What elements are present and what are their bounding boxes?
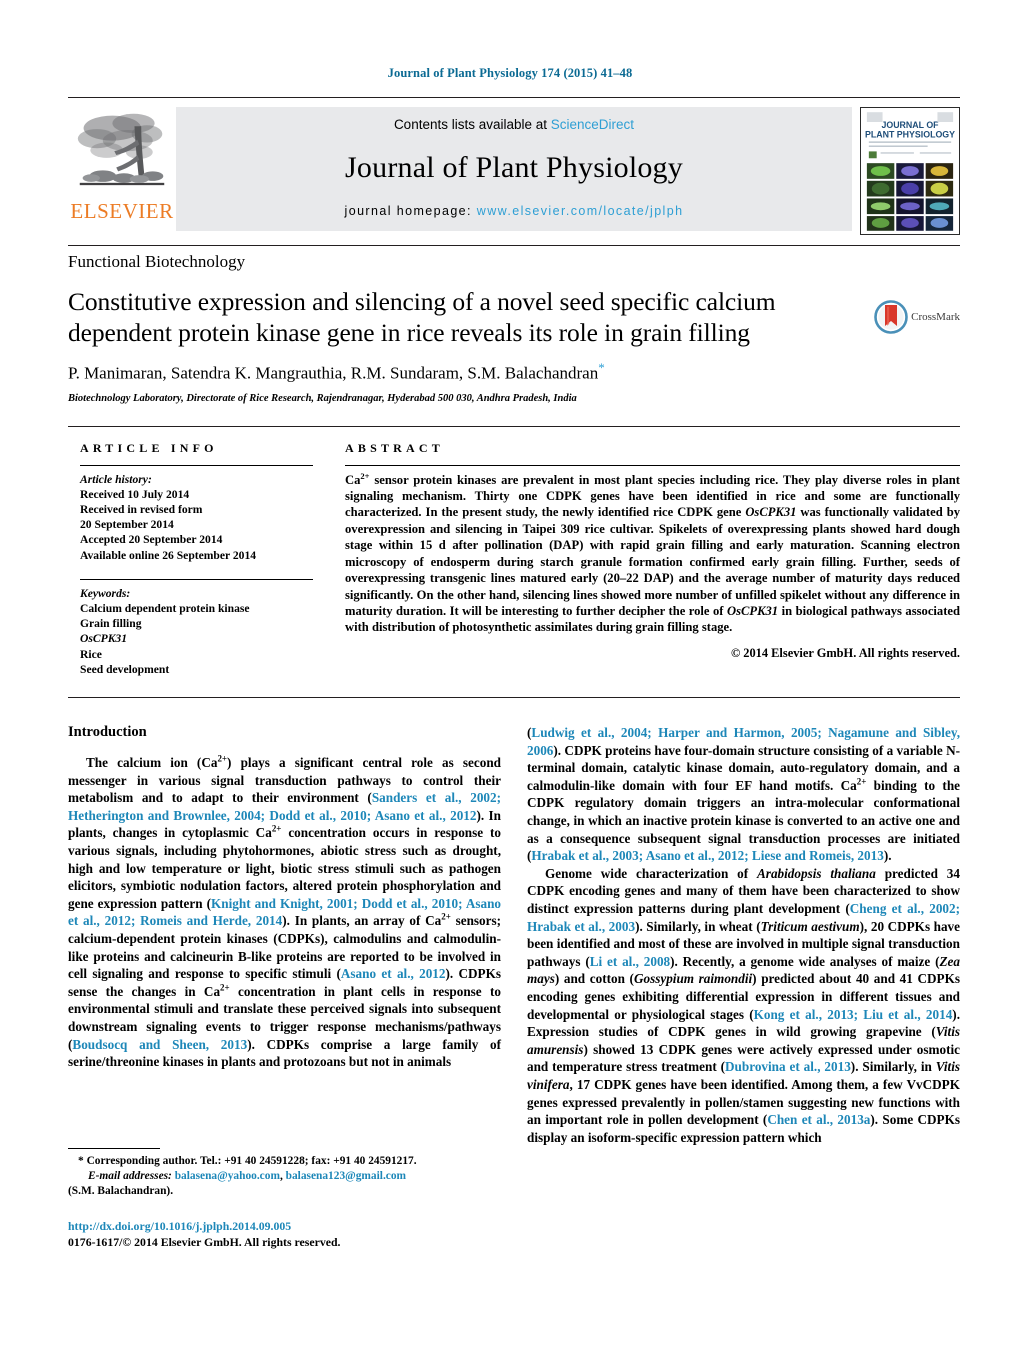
svg-text:PLANT PHYSIOLOGY: PLANT PHYSIOLOGY — [865, 130, 955, 140]
footnote-corresponding-text: Corresponding author. Tel.: +91 40 24591… — [86, 1155, 417, 1167]
citation-link[interactable]: Boudsocq and Sheen, 2013 — [72, 1037, 247, 1052]
citation-link[interactable]: Hrabak et al., 2003; Asano et al., 2012;… — [531, 848, 883, 863]
citation-link[interactable]: Li et al., 2008 — [590, 954, 670, 969]
journal-masthead: ELSEVIER Contents lists available at Sci… — [68, 97, 960, 235]
citation-link[interactable]: Kong et al., 2013; Liu et al., 2014 — [754, 1007, 953, 1022]
article-section-label: Functional Biotechnology — [68, 252, 246, 271]
cover-image-icon: JOURNAL OF PLANT PHYSIOLOGY — [860, 107, 960, 235]
intro-paragraph-left: The calcium ion (Ca2+) plays a significa… — [68, 753, 502, 1070]
homepage-prefix: journal homepage: — [344, 204, 477, 218]
keywords-list: Keywords: Calcium dependent protein kina… — [80, 586, 313, 677]
keyword-item: Calcium dependent protein kinase — [80, 602, 250, 616]
article-body: Introduction The calcium ion (Ca2+) play… — [68, 697, 960, 1146]
author-list: P. Manimaran, Satendra K. Mangrauthia, R… — [68, 360, 838, 384]
page-title: Constitutive expression and silencing of… — [68, 287, 776, 347]
keyword-item: Grain filling — [80, 617, 142, 631]
crossmark-label: CrossMark — [911, 311, 960, 323]
introduction-heading: Introduction — [68, 724, 147, 741]
title-block: Constitutive expression and silencing of… — [68, 286, 960, 404]
homepage-url-link[interactable]: www.elsevier.com/locate/jplph — [477, 204, 684, 218]
email-link-2[interactable]: balasena123@gmail.com — [286, 1170, 406, 1182]
article-history: Article history: Received 10 July 2014 R… — [80, 472, 313, 563]
footnote-email-line: E-mail addresses: balasena@yahoo.com, ba… — [68, 1169, 483, 1184]
info-abstract-block: ARTICLE INFO Article history: Received 1… — [68, 425, 960, 677]
history-item: Received 10 July 2014 — [80, 487, 190, 501]
corresponding-author-marker: * — [598, 360, 605, 375]
journal-title: Journal of Plant Physiology — [345, 151, 683, 184]
intro-paragraph-right-1: (Ludwig et al., 2004; Harper and Harmon,… — [527, 725, 961, 864]
keywords-label: Keywords: — [80, 586, 131, 600]
running-head: Journal of Plant Physiology 174 (2015) 4… — [387, 66, 633, 80]
masthead-banner: Contents lists available at ScienceDirec… — [176, 107, 852, 231]
history-item: Available online 26 September 2014 — [80, 548, 257, 562]
publisher-logo: ELSEVIER — [68, 103, 176, 224]
article-info-rule-top — [80, 464, 313, 466]
crossmark-icon — [874, 300, 908, 334]
intro-paragraph-right-2: Genome wide characterization of Arabidop… — [527, 865, 960, 1145]
article-info-header: ARTICLE INFO — [80, 440, 218, 455]
body-column-left: Introduction The calcium ion (Ca2+) play… — [68, 724, 501, 1146]
history-item: 20 September 2014 — [80, 518, 174, 532]
footnote-marker: * — [78, 1155, 84, 1167]
footnote-corresponding-line: * Corresponding author. Tel.: +91 40 245… — [68, 1154, 483, 1169]
contents-prefix: Contents lists available at — [393, 117, 551, 132]
contents-line: Contents lists available at ScienceDirec… — [394, 117, 634, 132]
author-affiliation: Biotechnology Laboratory, Directorate of… — [68, 392, 577, 404]
abstract-column: ABSTRACT Ca2+ sensor protein kinases are… — [339, 441, 960, 677]
keyword-item: Rice — [80, 647, 102, 661]
abstract-header: ABSTRACT — [345, 440, 444, 455]
doi-footer: http://dx.doi.org/10.1016/j.jplph.2014.0… — [68, 1218, 340, 1250]
article-page: Journal of Plant Physiology 174 (2015) 4… — [0, 0, 1020, 1351]
email-addresses-label: E-mail addresses: — [88, 1170, 172, 1182]
doi-link[interactable]: http://dx.doi.org/10.1016/j.jplph.2014.0… — [68, 1218, 340, 1234]
abstract-text: Ca2+ sensor protein kinases are prevalen… — [345, 470, 960, 635]
article-info-column: ARTICLE INFO Article history: Received 1… — [68, 441, 313, 677]
email-link-1[interactable]: balasena@yahoo.com — [175, 1170, 280, 1182]
citation-link[interactable]: Chen et al., 2013a — [767, 1112, 870, 1127]
body-column-right: (Ludwig et al., 2004; Harper and Harmon,… — [527, 724, 960, 1146]
issn-copyright-line: 0176-1617/© 2014 Elsevier GmbH. All righ… — [68, 1235, 341, 1249]
history-item: Received in revised form — [80, 503, 203, 517]
sciencedirect-link[interactable]: ScienceDirect — [551, 117, 634, 132]
journal-cover-thumbnail: JOURNAL OF PLANT PHYSIOLOGY — [852, 103, 960, 235]
keyword-item: OsCPK31 — [80, 632, 128, 646]
footnote-email-owner: (S.M. Balachandran). — [68, 1185, 174, 1197]
citation-link[interactable]: Dubrovina et al., 2013 — [725, 1059, 851, 1074]
journal-homepage-line: journal homepage: www.elsevier.com/locat… — [345, 204, 684, 218]
history-item: Accepted 20 September 2014 — [80, 533, 223, 547]
abstract-copyright: © 2014 Elsevier GmbH. All rights reserve… — [730, 645, 960, 660]
author-names: P. Manimaran, Satendra K. Mangrauthia, R… — [68, 363, 599, 383]
abstract-rule-top — [345, 464, 960, 466]
elsevier-tree-icon — [77, 113, 165, 186]
footnote-rule — [68, 1148, 160, 1149]
elsevier-wordmark: ELSEVIER — [70, 199, 174, 223]
corresponding-author-footnote: * Corresponding author. Tel.: +91 40 245… — [68, 1148, 483, 1199]
article-section-bar: Functional Biotechnology — [68, 245, 960, 278]
crossmark-badge[interactable]: CrossMark — [852, 286, 960, 404]
citation-link[interactable]: Asano et al., 2012 — [341, 966, 446, 981]
keywords-rule — [80, 578, 313, 580]
svg-text:JOURNAL OF: JOURNAL OF — [881, 120, 939, 130]
keyword-item: Seed development — [80, 662, 170, 676]
article-history-label: Article history: — [80, 472, 152, 486]
